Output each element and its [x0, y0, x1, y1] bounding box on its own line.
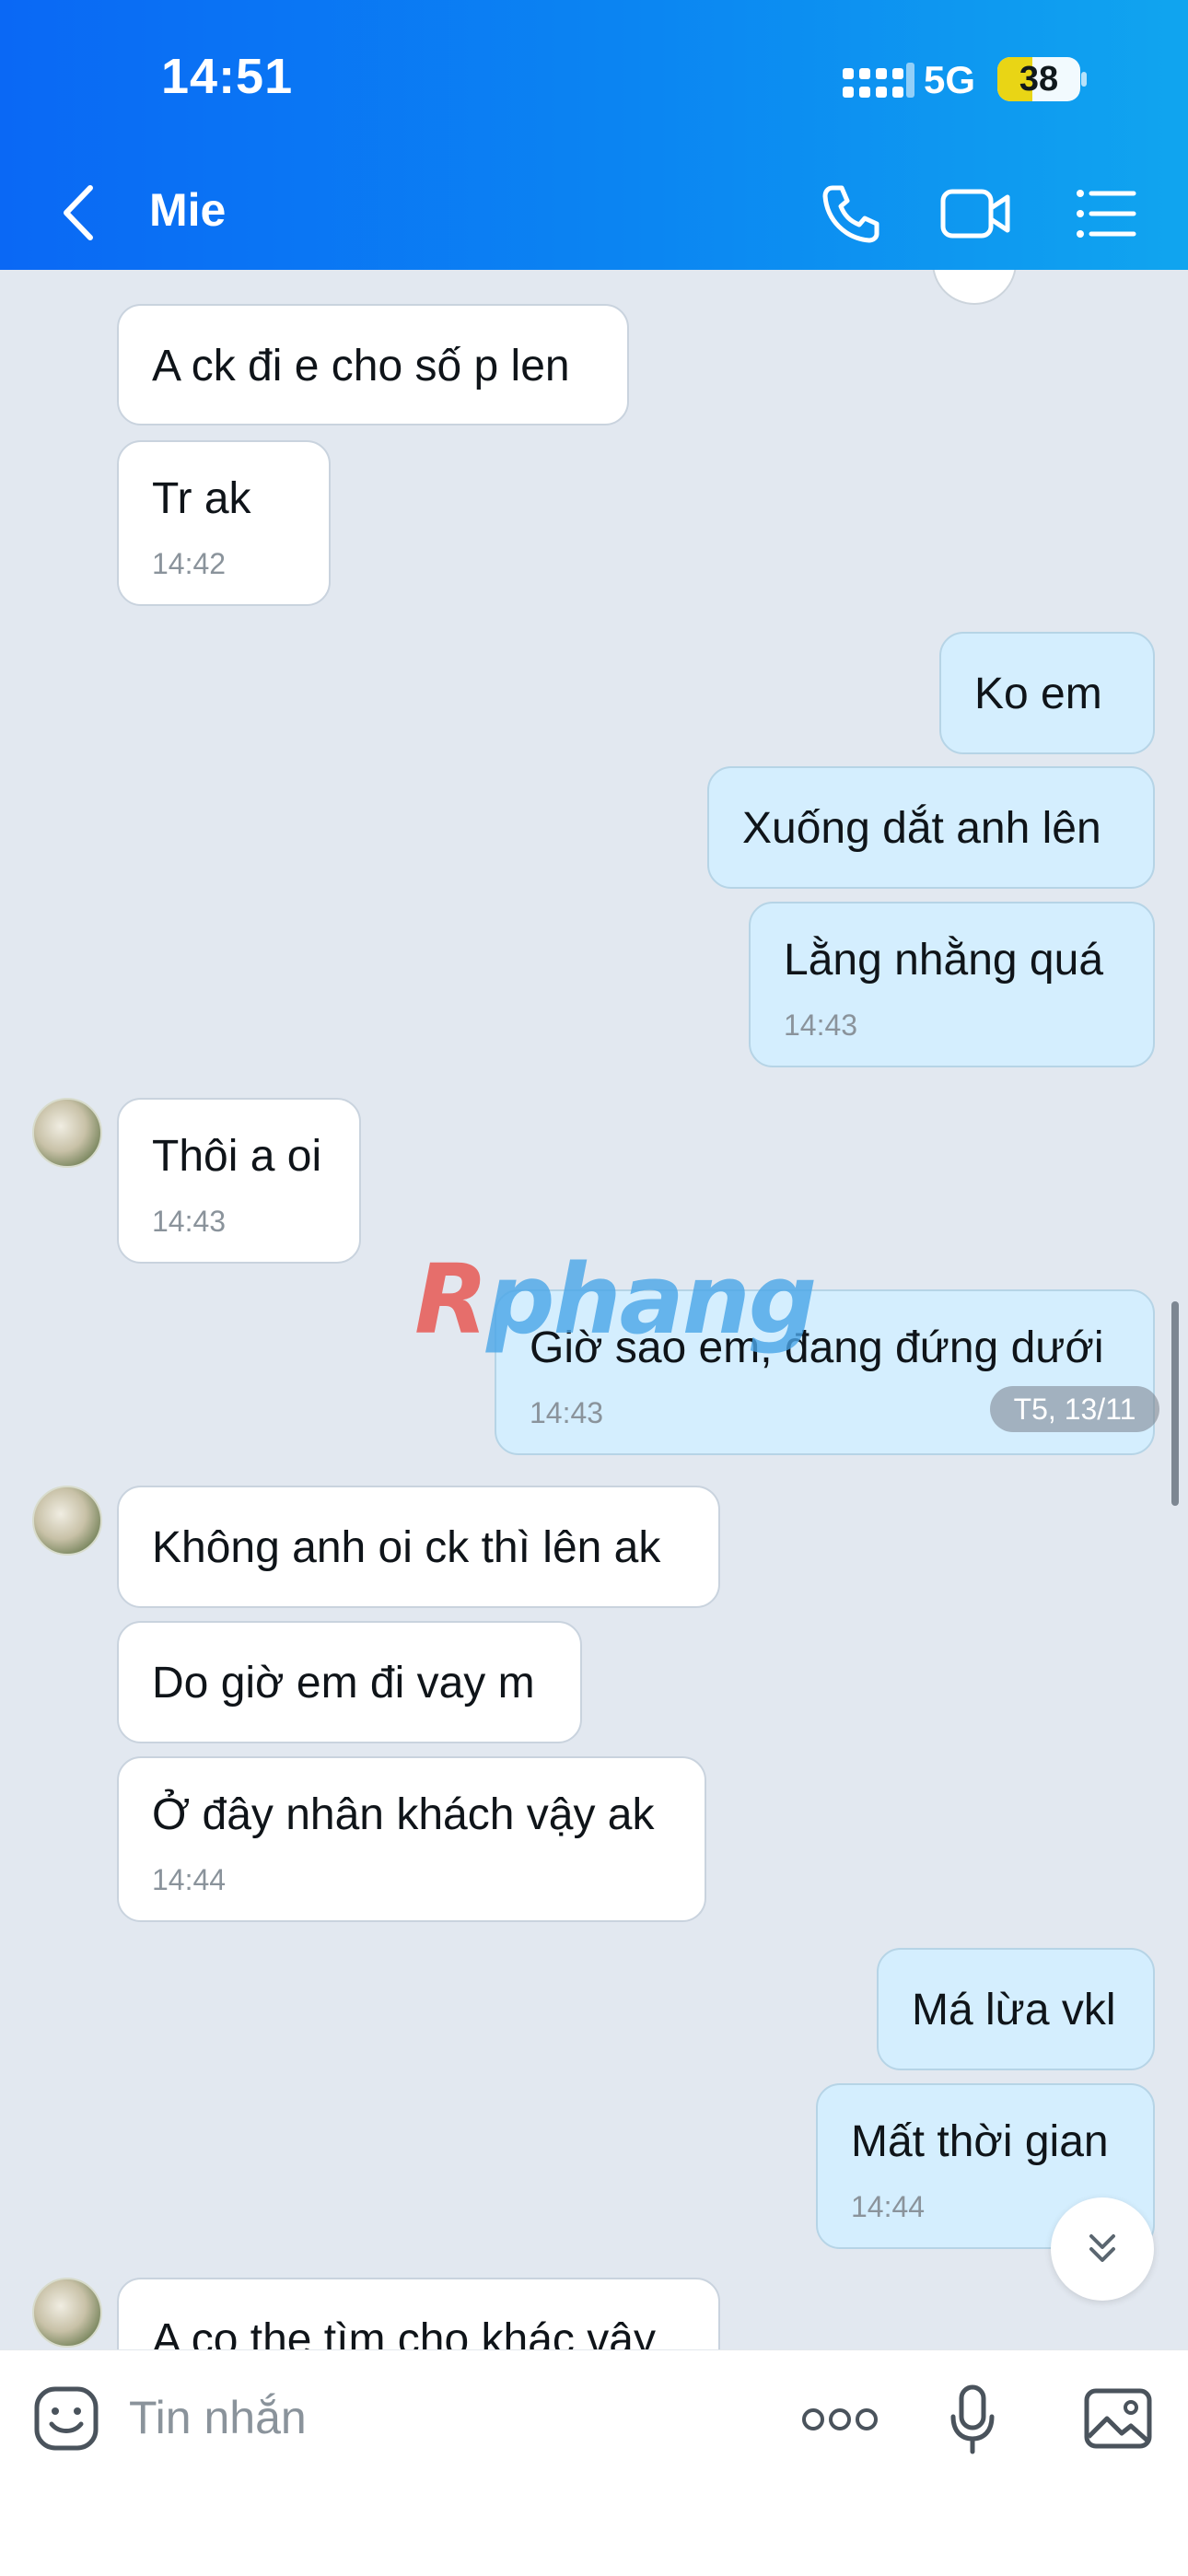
cellular-signal-icon [843, 63, 914, 98]
phone-icon[interactable] [818, 181, 884, 247]
scroll-to-bottom-button[interactable] [1051, 2197, 1154, 2301]
message-input-bar: Tin nhắn [0, 2349, 1188, 2576]
video-call-icon[interactable] [939, 181, 1013, 247]
message-text: Không anh oi ck thì lên ak [152, 1523, 661, 1572]
chevron-down-double-icon [1089, 2234, 1115, 2262]
message-text: A ck đi e cho số p len [152, 342, 570, 390]
battery-level: 38 [1019, 60, 1059, 99]
message-time: 14:43 [152, 1205, 227, 1238]
contact-name[interactable]: Mie [149, 183, 226, 237]
message-bubble-incoming[interactable]: Tr ak 14:42 [117, 440, 331, 606]
scroll-up-button[interactable] [932, 270, 1017, 305]
message-bubble-incoming[interactable]: Do giờ em đi vay m [117, 1621, 582, 1743]
back-chevron-icon[interactable] [57, 181, 103, 245]
message-bubble-outgoing[interactable]: Xuống dắt anh lên [707, 766, 1155, 889]
message-text: Lằng nhằng quá [784, 936, 1104, 985]
message-time: 14:44 [152, 1863, 227, 1896]
message-text: Xuống dắt anh lên [742, 804, 1101, 853]
status-time: 14:51 [161, 49, 294, 104]
message-bubble-outgoing[interactable]: Má lừa vkl [877, 1948, 1155, 2070]
message-time: 14:44 [851, 2190, 926, 2223]
image-icon[interactable] [1083, 2387, 1153, 2450]
message-text: Ko em [974, 670, 1102, 718]
more-icon[interactable] [801, 2406, 879, 2433]
message-bubble-incoming[interactable]: Không anh oi ck thì lên ak [117, 1486, 720, 1608]
watermark-logo: Rphang [414, 1243, 817, 1356]
menu-list-icon[interactable] [1073, 181, 1139, 247]
microphone-icon[interactable] [949, 2384, 996, 2457]
message-bubble-outgoing[interactable]: Lằng nhằng quá 14:43 [749, 902, 1155, 1067]
contact-avatar[interactable] [32, 1486, 102, 1556]
message-bubble-incoming[interactable]: A co the tìm cho khác vây [117, 2278, 720, 2349]
chat-header: 14:51 5G 38 Mie [0, 0, 1188, 270]
message-bubble-incoming[interactable]: Ở đây nhân khách vậy ak 14:44 [117, 1756, 706, 1922]
message-text: Tr ak [152, 474, 251, 523]
message-text: A co the tìm cho khác vây [152, 2315, 656, 2349]
scrollbar[interactable] [1171, 1301, 1179, 1506]
date-separator-pill: T5, 13/11 [990, 1386, 1159, 1432]
message-time: 14:43 [784, 1008, 858, 1042]
message-text: Do giờ em đi vay m [152, 1659, 535, 1708]
battery-indicator: 38 [997, 57, 1080, 101]
message-time: 14:43 [530, 1396, 604, 1429]
battery-tip [1081, 72, 1087, 87]
message-bubble-outgoing[interactable]: Ko em [939, 632, 1155, 754]
contact-avatar[interactable] [32, 1098, 102, 1168]
message-time: 14:42 [152, 547, 227, 580]
message-bubble-incoming[interactable]: Thôi a oi 14:43 [117, 1098, 361, 1264]
sticker-icon[interactable] [33, 2385, 99, 2452]
network-type: 5G [924, 58, 976, 101]
message-text: Mất thời gian [851, 2117, 1109, 2166]
message-input[interactable]: Tin nhắn [129, 2391, 307, 2444]
message-text: Má lừa vkl [912, 1986, 1116, 2034]
message-text: Thôi a oi [152, 1132, 322, 1181]
contact-avatar[interactable] [32, 2278, 102, 2348]
message-bubble-incoming[interactable]: A ck đi e cho số p len [117, 304, 629, 425]
message-text: Ở đây nhân khách vậy ak [152, 1790, 655, 1839]
